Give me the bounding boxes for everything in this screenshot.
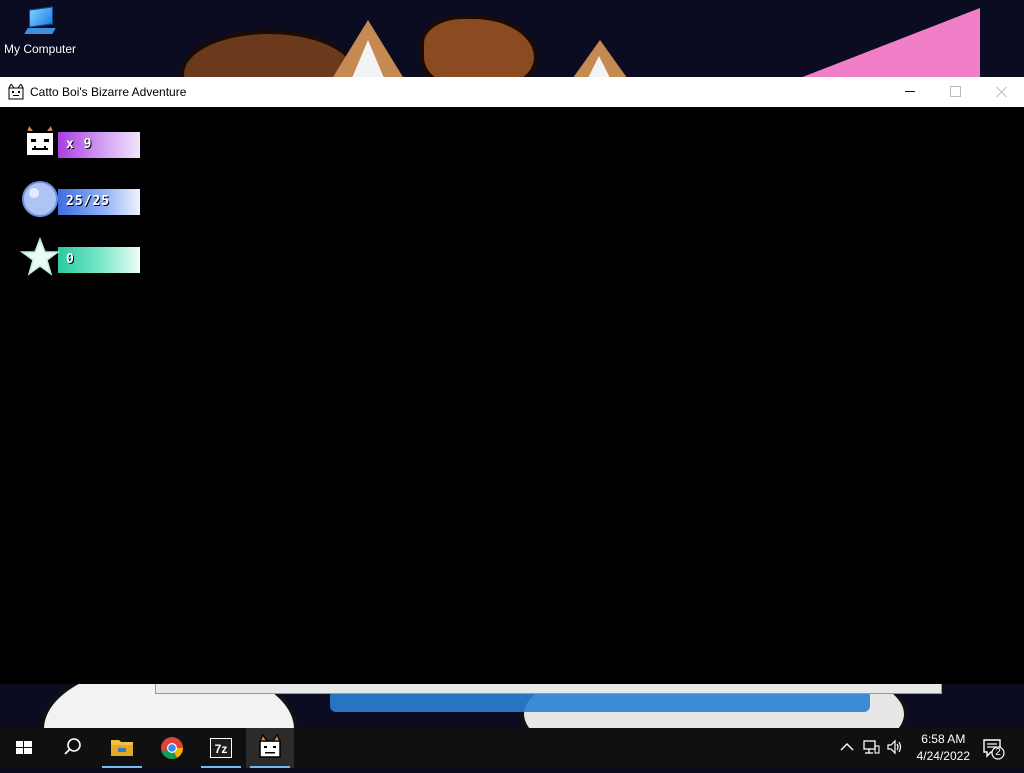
desktop-icon-label: My Computer (3, 42, 77, 56)
star-icon (20, 237, 60, 276)
window-titlebar[interactable]: Catto Boi's Bizarre Adventure (0, 77, 1024, 107)
network-icon[interactable] (862, 738, 880, 756)
catto-app-icon (259, 733, 281, 758)
maximize-button[interactable] (932, 77, 978, 107)
windows-logo-icon (16, 741, 32, 754)
taskbar-7zip[interactable]: 7z (197, 728, 245, 768)
desktop-icon-my-computer[interactable]: My Computer (0, 6, 80, 56)
taskbar-catto-boi[interactable] (246, 728, 294, 768)
lives-counter: x 9 (58, 132, 140, 158)
notifications-button[interactable]: 2 (982, 738, 1006, 760)
taskbar-chrome[interactable] (148, 728, 196, 768)
catto-app-icon (8, 84, 24, 100)
game-canvas[interactable]: x 9 25/25 0 (0, 107, 1024, 684)
close-button[interactable] (978, 77, 1024, 107)
hud-lives: x 9 (20, 122, 150, 162)
taskbar: 7z 6:58 AM 4/24/2022 2 (0, 728, 1024, 768)
volume-icon[interactable] (886, 738, 904, 756)
stars-counter: 0 (58, 247, 140, 273)
clock-date: 4/24/2022 (916, 749, 970, 763)
hud-health: 25/25 (20, 179, 150, 219)
game-window: Catto Boi's Bizarre Adventure x 9 25/25 (0, 77, 1024, 684)
hud-stars: 0 (20, 237, 150, 277)
folder-icon (111, 740, 133, 756)
clock-time: 6:58 AM (921, 732, 966, 746)
search-button[interactable] (48, 728, 96, 768)
7zip-label: 7z (215, 742, 228, 756)
taskbar-file-explorer[interactable] (98, 728, 146, 768)
notification-count: 2 (995, 747, 1001, 758)
computer-icon (23, 6, 57, 40)
health-counter: 25/25 (58, 189, 140, 215)
cat-face-icon (24, 122, 56, 157)
start-button[interactable] (0, 728, 48, 768)
chevron-up-icon[interactable] (838, 738, 856, 756)
wallpaper-art (352, 40, 384, 78)
search-icon (64, 738, 81, 755)
minimize-button[interactable] (887, 77, 933, 107)
window-title: Catto Boi's Bizarre Adventure (30, 85, 187, 99)
orb-icon (22, 181, 58, 217)
chrome-icon (161, 737, 183, 760)
clock[interactable]: 6:58 AM 4/24/2022 (917, 731, 970, 765)
wallpaper-art (800, 8, 980, 78)
7zip-icon: 7z (210, 738, 232, 758)
